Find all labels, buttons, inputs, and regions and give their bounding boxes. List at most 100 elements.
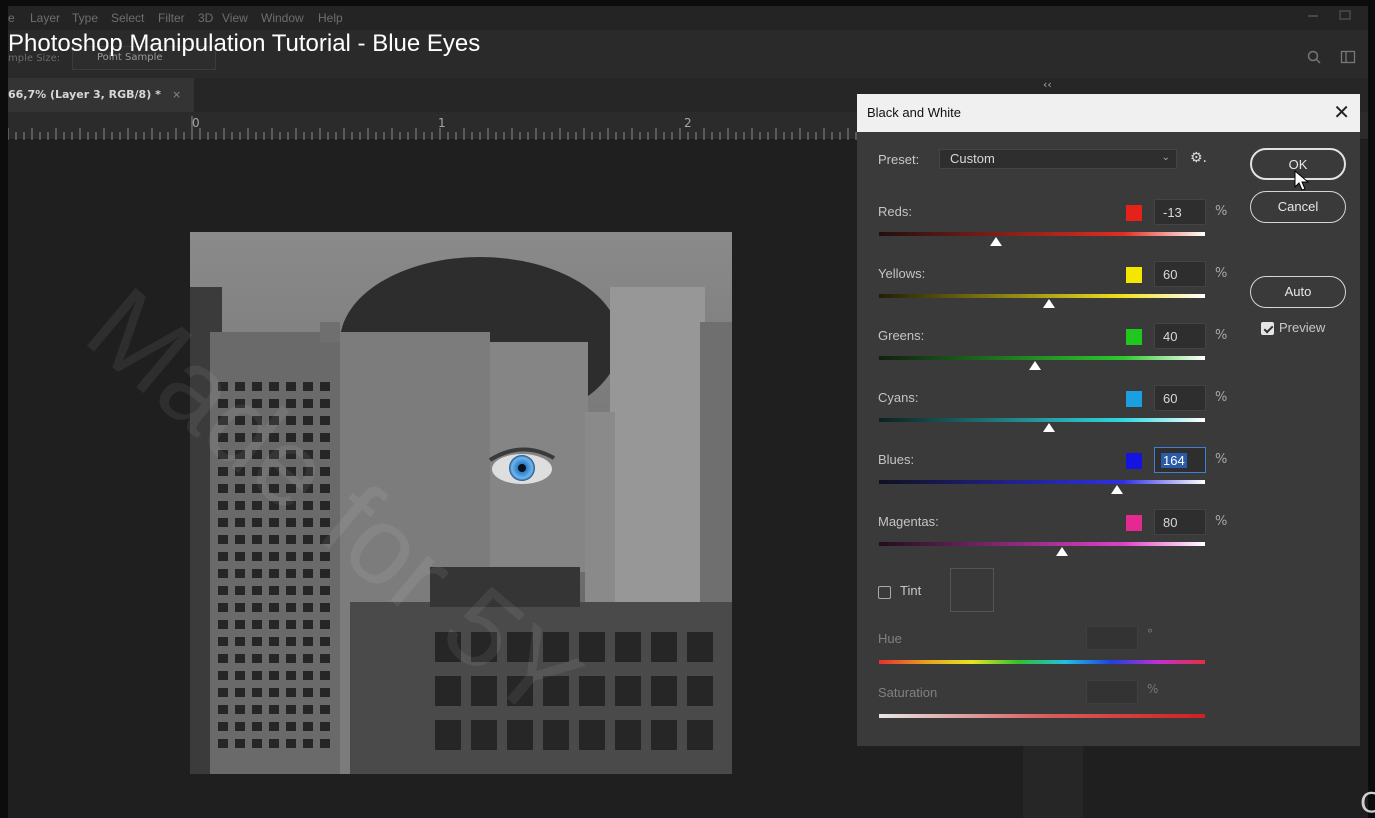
building-window (320, 433, 330, 442)
building-window (320, 705, 330, 714)
menu-window[interactable]: Window (261, 11, 304, 25)
magentas-slider-thumb[interactable] (1055, 547, 1068, 556)
magentas-value-field[interactable]: 80 (1154, 509, 1206, 535)
workspace-icon[interactable] (1340, 49, 1356, 65)
building-window (235, 467, 245, 476)
tint-checkbox[interactable] (878, 586, 891, 599)
blues-value-field[interactable]: 164 (1154, 447, 1206, 473)
menu-help[interactable]: Help (318, 11, 343, 25)
building-window (687, 720, 713, 750)
building-window (615, 720, 641, 750)
building-window (235, 688, 245, 697)
reds-slider-thumb[interactable] (990, 237, 1003, 246)
building-window (269, 501, 279, 510)
building-window (303, 705, 313, 714)
hue-field[interactable] (1086, 626, 1138, 650)
greens-label: Greens: (878, 328, 925, 343)
building-window (651, 676, 677, 706)
preset-select[interactable]: Custom ⌄ (939, 149, 1177, 169)
saturation-slider-track[interactable] (879, 714, 1205, 718)
greens-slider-track[interactable] (879, 356, 1205, 360)
cancel-button[interactable]: Cancel (1250, 191, 1346, 223)
dialog-titlebar[interactable]: Black and White ✕ (857, 94, 1360, 132)
building-window (235, 450, 245, 459)
building-window (269, 467, 279, 476)
gear-icon[interactable]: ⚙. (1190, 150, 1207, 166)
maximize-icon[interactable] (1338, 9, 1352, 21)
blues-slider-track[interactable] (879, 480, 1205, 484)
greens-slider-thumb[interactable] (1029, 361, 1042, 370)
yellows-slider-thumb[interactable] (1042, 299, 1055, 308)
building-window (303, 484, 313, 493)
hue-slider-track[interactable] (879, 660, 1205, 664)
building-window (286, 382, 296, 391)
preview-checkbox[interactable] (1261, 322, 1274, 335)
document-image[interactable] (190, 232, 732, 774)
building-window (218, 739, 228, 748)
hue-label: Hue (878, 631, 902, 646)
yellows-value-field[interactable]: 60 (1154, 261, 1206, 287)
building-window (579, 720, 605, 750)
menu-3d[interactable]: 3D (198, 11, 213, 25)
saturation-unit: % (1147, 682, 1159, 696)
blues-swatch (1126, 453, 1142, 469)
building-window (435, 720, 461, 750)
building-window (218, 586, 228, 595)
reds-percent: % (1215, 204, 1228, 219)
cyans-value-field[interactable]: 60 (1154, 385, 1206, 411)
building-window (579, 676, 605, 706)
building-window (320, 654, 330, 663)
building-window (252, 416, 262, 425)
minimize-icon[interactable] (1306, 9, 1320, 21)
ruler-label-1: 1 (438, 116, 446, 130)
panel-collapse-icon[interactable]: ‹‹ (1043, 78, 1052, 91)
menu-file[interactable]: e (8, 11, 15, 25)
menu-layer[interactable]: Layer (30, 11, 60, 25)
menu-filter[interactable]: Filter (158, 11, 185, 25)
chevron-down-icon: ⌄ (1161, 152, 1170, 163)
building-window (269, 654, 279, 663)
blues-label: Blues: (878, 452, 915, 467)
video-title: Photoshop Manipulation Tutorial - Blue E… (8, 30, 481, 57)
saturation-field[interactable] (1086, 680, 1138, 704)
auto-button[interactable]: Auto (1250, 276, 1346, 308)
building-window (252, 501, 262, 510)
cyans-slider-thumb[interactable] (1042, 423, 1055, 432)
dialog-close-icon[interactable]: ✕ (1333, 100, 1350, 124)
preview-label: Preview (1279, 320, 1326, 335)
building-window (320, 501, 330, 510)
document-tab[interactable]: 66,7% (Layer 3, RGB/8) * × (8, 78, 194, 112)
menu-view[interactable]: View (222, 11, 248, 25)
building-window (286, 569, 296, 578)
tint-color-swatch[interactable] (950, 568, 994, 612)
blues-slider-thumb[interactable] (1110, 485, 1123, 494)
greens-value-field[interactable]: 40 (1154, 323, 1206, 349)
building-window (320, 552, 330, 561)
building-window (303, 739, 313, 748)
building-window (235, 382, 245, 391)
building-window (269, 637, 279, 646)
building-window (286, 586, 296, 595)
building-window (218, 671, 228, 680)
menu-select[interactable]: Select (111, 11, 144, 25)
building-window (286, 416, 296, 425)
magentas-slider-track[interactable] (879, 542, 1205, 546)
building-window (320, 467, 330, 476)
building-window (320, 484, 330, 493)
magentas-swatch (1126, 515, 1142, 531)
reds-slider-track[interactable] (879, 232, 1205, 236)
building-window (286, 399, 296, 408)
yellows-label: Yellows: (878, 266, 926, 281)
building-window (235, 603, 245, 612)
building-window (303, 620, 313, 629)
tab-close-icon[interactable]: × (172, 88, 181, 101)
reds-value-field[interactable]: -13 (1154, 199, 1206, 225)
menu-type[interactable]: Type (72, 11, 98, 25)
building-window (218, 382, 228, 391)
hue-unit: ° (1147, 627, 1153, 641)
building-window (269, 620, 279, 629)
yellows-slider-track[interactable] (879, 294, 1205, 298)
search-icon[interactable] (1306, 49, 1322, 65)
building-window (235, 518, 245, 527)
cyans-slider-track[interactable] (879, 418, 1205, 422)
